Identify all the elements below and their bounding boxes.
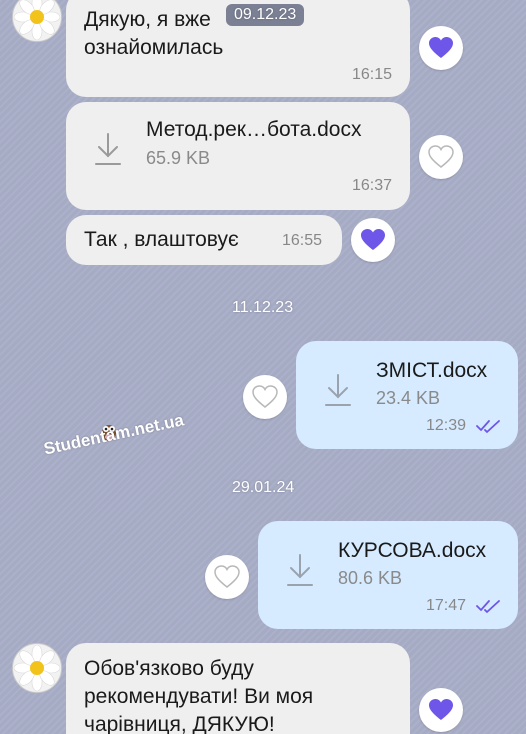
heart-outline-icon: [428, 145, 454, 168]
contact-avatar[interactable]: [12, 0, 62, 42]
file-message-incoming[interactable]: Метод.рек…бота.docx 65.9 KB 16:37: [66, 102, 410, 210]
message-text: Так , влаштовує: [84, 228, 239, 251]
daisy-avatar-icon: [13, 644, 61, 692]
message-time: 16:55: [282, 232, 323, 249]
heart-filled-icon: [361, 229, 385, 250]
file-size: 65.9 KB: [146, 148, 211, 168]
contact-avatar[interactable]: [12, 643, 62, 693]
message-time: 17:47: [426, 597, 467, 614]
watermark-text: Studentam.net.ua: [42, 410, 186, 459]
message-text-line: Обов'язково буду: [84, 657, 254, 680]
message-text-line: рекомендувати! Ви моя: [84, 685, 314, 708]
message-time: 16:37: [351, 177, 392, 194]
date-separator: 11.12.23: [232, 299, 294, 316]
message-text-line: чарівниця, ДЯКУЮ!: [84, 713, 275, 734]
file-size: 80.6 KB: [338, 568, 403, 588]
floating-date-pill: 09.12.23: [226, 4, 305, 26]
daisy-avatar-icon: [13, 0, 61, 41]
double-check-icon: [476, 420, 500, 433]
file-message-outgoing[interactable]: КУРСОВА.docx 80.6 KB 17:47: [258, 521, 518, 629]
like-button[interactable]: [419, 26, 463, 70]
file-size: 23.4 KB: [376, 388, 441, 408]
date-separator: 29.01.24: [232, 479, 295, 496]
message-bubble-incoming[interactable]: Обов'язково буду рекомендувати! Ви моя ч…: [66, 643, 410, 734]
download-icon[interactable]: [324, 373, 352, 407]
like-button[interactable]: [351, 218, 395, 262]
file-message-outgoing[interactable]: ЗМІСТ.docx 23.4 KB 12:39: [296, 341, 518, 449]
heart-outline-icon: [214, 565, 240, 588]
like-button[interactable]: [205, 555, 249, 599]
message-time: 12:39: [426, 417, 467, 434]
double-check-icon: [476, 600, 500, 613]
like-button[interactable]: [243, 375, 287, 419]
message-text-line: Дякую, я вже: [84, 8, 211, 31]
like-button[interactable]: [419, 688, 463, 732]
file-name: КУРСОВА.docx: [338, 539, 487, 562]
like-button[interactable]: [419, 135, 463, 179]
file-name: ЗМІСТ.docx: [376, 359, 488, 382]
message-text-line: ознайомилась: [84, 36, 224, 59]
heart-filled-icon: [429, 37, 453, 58]
chat-canvas: Дякую, я вже ознайомилась 16:15 09.12.23…: [0, 0, 526, 734]
download-icon[interactable]: [94, 132, 122, 166]
message-time: 16:15: [351, 66, 392, 83]
heart-filled-icon: [429, 699, 453, 720]
download-icon[interactable]: [286, 553, 314, 587]
message-bubble-incoming[interactable]: Так , влаштовує 16:55: [66, 215, 342, 265]
file-name: Метод.рек…бота.docx: [146, 118, 362, 141]
heart-outline-icon: [252, 385, 278, 408]
